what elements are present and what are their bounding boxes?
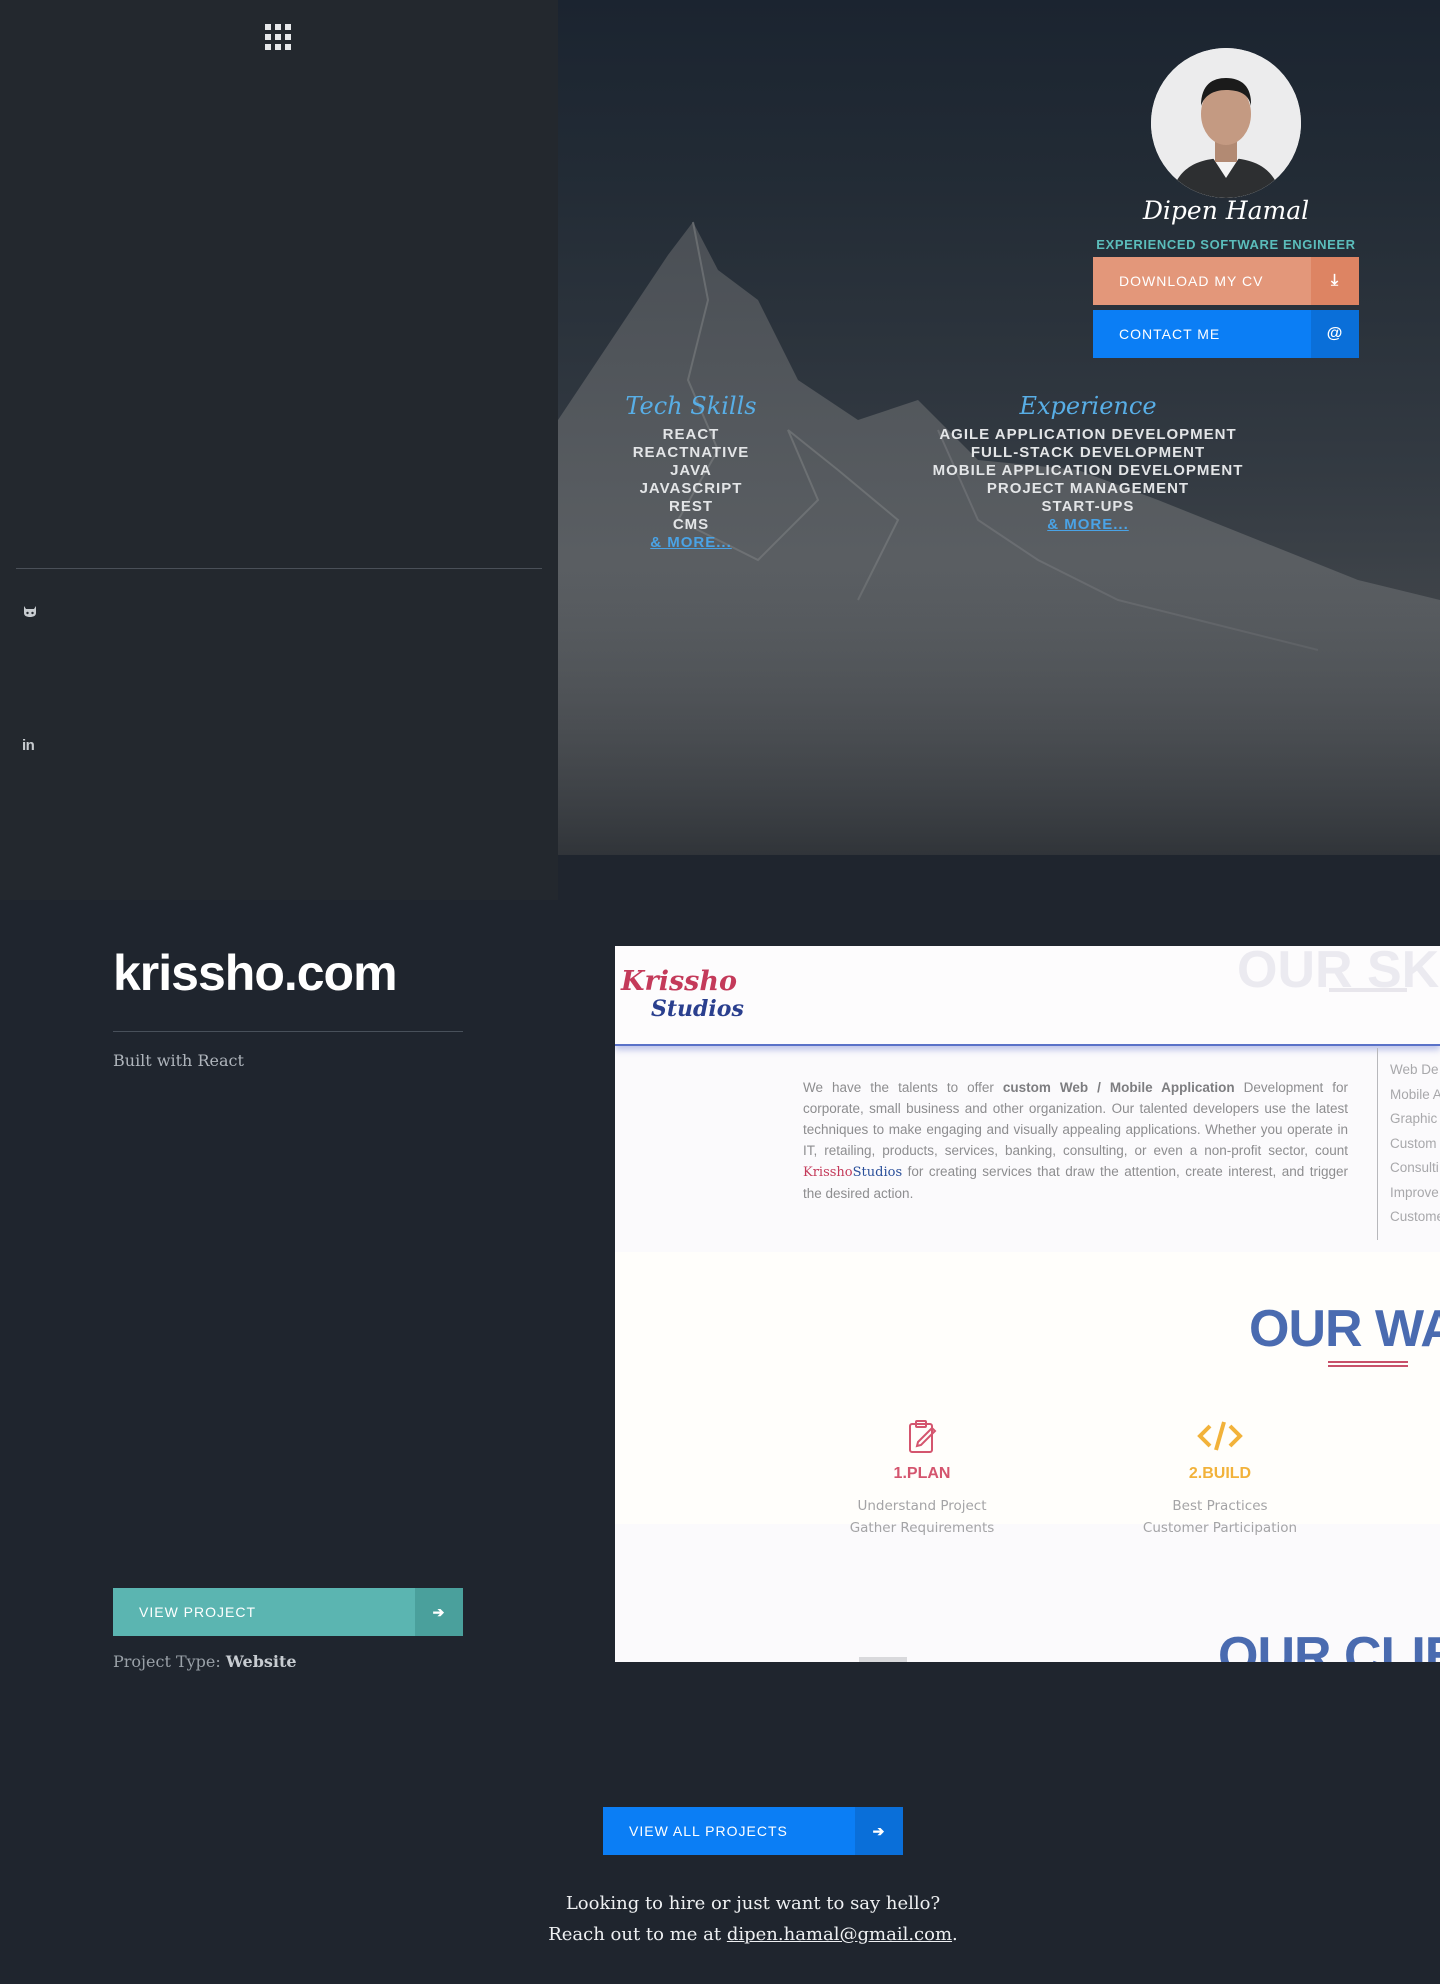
sidebar-divider xyxy=(16,568,542,569)
contact-message-line2: Reach out to me at dipen.hamal@gmail.com… xyxy=(548,1924,958,1945)
view-project-button[interactable]: VIEW PROJECT ➔ xyxy=(113,1588,463,1636)
download-cv-label: DOWNLOAD MY CV xyxy=(1119,273,1264,289)
project-title: krissho.com xyxy=(113,945,398,1001)
experience-more-link[interactable]: & MORE... xyxy=(1047,516,1129,534)
view-all-projects-button[interactable]: VIEW ALL PROJECTS ➔ xyxy=(603,1807,903,1855)
project-screenshot[interactable]: Krissho Studios OUR SKIL We have the tal… xyxy=(615,946,1440,1662)
at-icon: @ xyxy=(1311,310,1359,358)
experience-item: PROJECT MANAGEMENT xyxy=(986,480,1190,497)
arrow-right-icon: ➔ xyxy=(855,1807,903,1855)
project-type: Project Type: Website xyxy=(113,1652,297,1671)
experience-item: START-UPS xyxy=(1041,498,1135,515)
tech-skills-heading: Tech Skills xyxy=(625,392,757,420)
preview-way-underline xyxy=(1328,1361,1408,1367)
left-sidebar: in xyxy=(0,0,558,900)
arrow-right-icon: ➔ xyxy=(415,1588,463,1636)
experience-item: FULL-STACK DEVELOPMENT xyxy=(970,444,1206,461)
experience-column: Experience AGILE APPLICATION DEVELOPMENT… xyxy=(873,392,1303,534)
preview-way-heading: OUR WAY xyxy=(1249,1300,1440,1358)
email-link[interactable]: dipen.hamal@gmail.com xyxy=(727,1924,952,1945)
preview-step-plan: 1.PLAN Understand Project Gather Requirem… xyxy=(822,1416,1022,1539)
hero-section: Dipen Hamal EXPERIENCED SOFTWARE ENGINEE… xyxy=(558,0,1440,855)
experience-item: AGILE APPLICATION DEVELOPMENT xyxy=(939,426,1237,443)
project-subtitle: Built with React xyxy=(113,1051,244,1070)
profile-role: EXPERIENCED SOFTWARE ENGINEER xyxy=(1096,237,1356,252)
preview-services-list: Web De Mobile A Graphic Custom Consulti … xyxy=(1390,1062,1440,1224)
linkedin-icon[interactable]: in xyxy=(22,737,44,757)
view-all-projects-label: VIEW ALL PROJECTS xyxy=(629,1823,788,1839)
contact-me-label: CONTACT ME xyxy=(1119,326,1221,342)
profile-name: Dipen Hamal xyxy=(1142,196,1310,225)
preview-scroll-indicator xyxy=(859,1657,907,1662)
skill-item: JAVA xyxy=(670,462,712,479)
download-icon: ⤓ xyxy=(1311,257,1359,305)
preview-header: Krissho Studios OUR SKIL xyxy=(615,946,1440,1046)
project-divider xyxy=(113,1031,463,1032)
experience-item: MOBILE APPLICATION DEVELOPMENT xyxy=(932,462,1244,479)
contact-message: Looking to hire or just want to say hell… xyxy=(0,1888,1440,1950)
code-icon xyxy=(1197,1421,1243,1451)
skill-item: CMS xyxy=(672,516,710,533)
preview-step-build: 2.BUILD Best Practices Customer Participa… xyxy=(1120,1416,1320,1539)
preview-divider xyxy=(1377,1048,1378,1240)
skill-item: REST xyxy=(668,498,713,515)
preview-heading-underline xyxy=(1329,988,1407,992)
preview-logo-line1: Krissho xyxy=(621,966,737,997)
download-cv-button[interactable]: DOWNLOAD MY CV ⤓ xyxy=(1093,257,1359,305)
skill-item: JAVASCRIPT xyxy=(639,480,743,497)
contact-me-button[interactable]: CONTACT ME @ xyxy=(1093,310,1359,358)
skill-item: REACT xyxy=(662,426,720,443)
project-type-label: Project Type: xyxy=(113,1652,221,1671)
skill-item: REACTNATIVE xyxy=(632,444,750,461)
preview-clients-heading: OUR CLIEN xyxy=(1218,1627,1440,1662)
profile-photo xyxy=(1151,48,1301,198)
tech-skills-column: Tech Skills REACT REACTNATIVE JAVA JAVAS… xyxy=(612,392,770,552)
apps-grid-icon[interactable] xyxy=(265,24,291,50)
experience-heading: Experience xyxy=(1019,392,1157,420)
preview-logo-line2: Studios xyxy=(651,996,744,1022)
clipboard-edit-icon xyxy=(909,1420,937,1453)
preview-body-text: We have the talents to offer custom Web … xyxy=(803,1080,1348,1201)
github-icon[interactable] xyxy=(22,604,44,624)
project-type-value: Website xyxy=(225,1652,297,1671)
skills-more-link[interactable]: & MORE... xyxy=(650,534,732,552)
view-project-label: VIEW PROJECT xyxy=(139,1604,257,1620)
contact-message-line1: Looking to hire or just want to say hell… xyxy=(565,1893,941,1914)
